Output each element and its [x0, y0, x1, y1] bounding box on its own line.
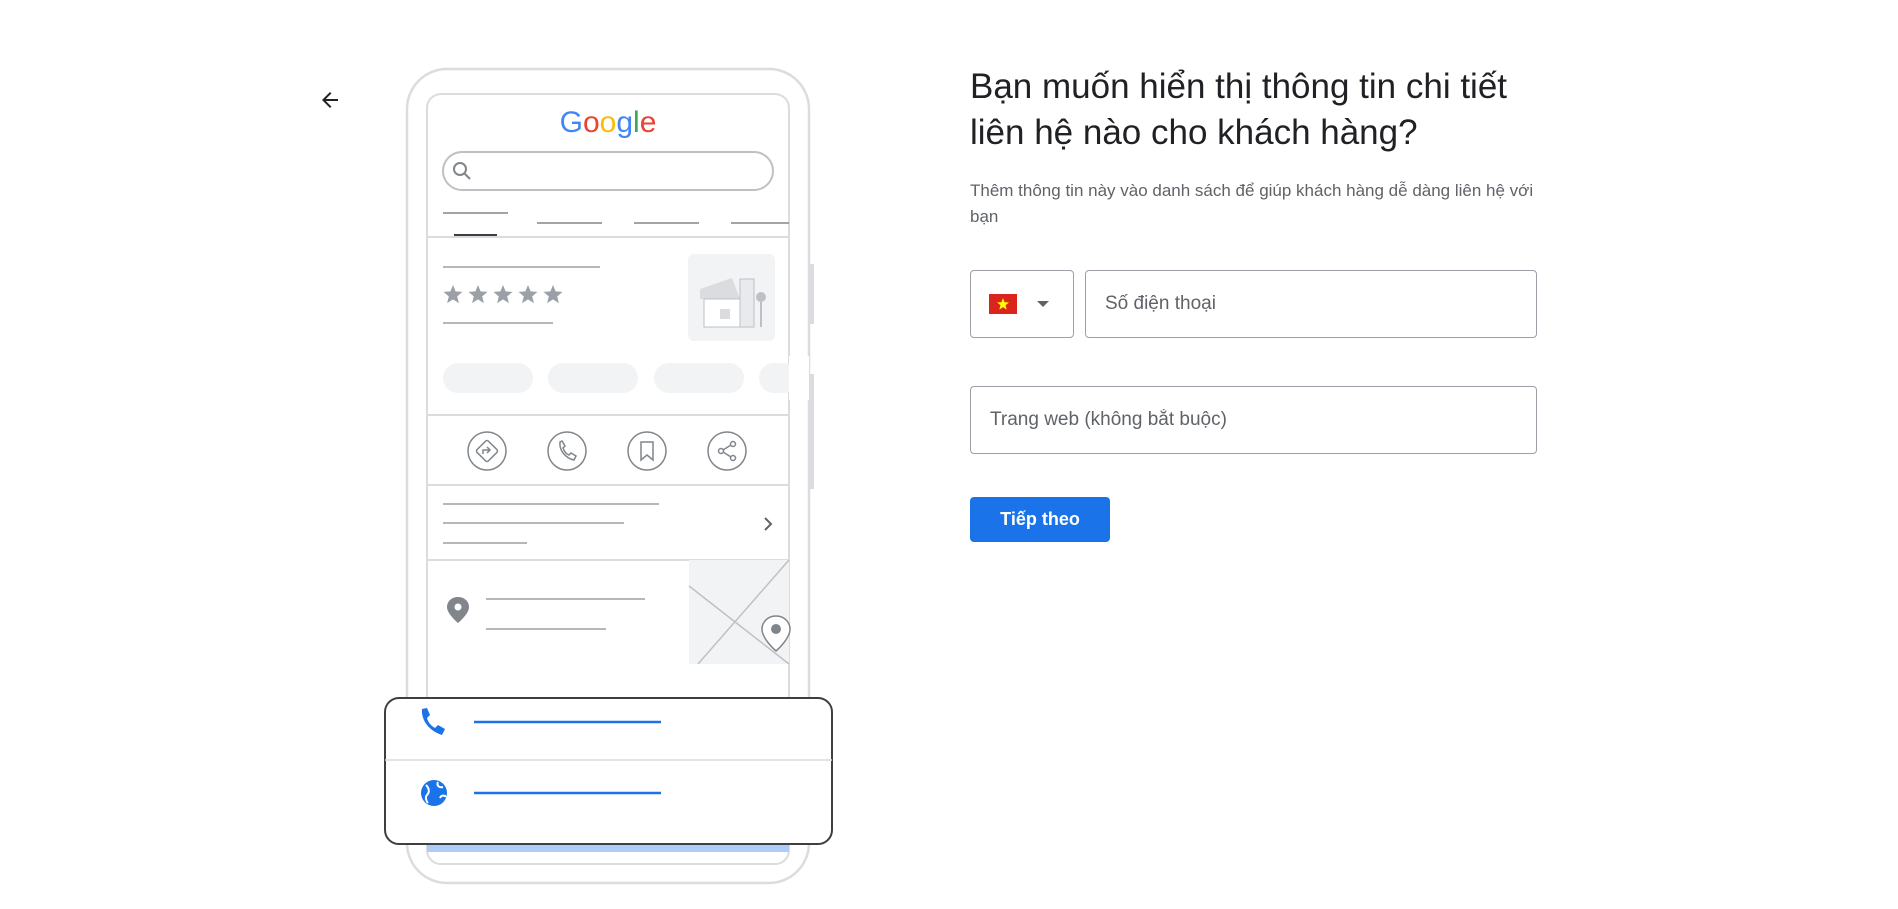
page-title: Bạn muốn hiển thị thông tin chi tiết liê… [970, 67, 1508, 152]
chevron-down-icon [1037, 301, 1049, 307]
arrow-left-icon [322, 92, 338, 108]
page-subtitle: Thêm thông tin này vào danh sách để giúp… [970, 181, 1534, 226]
website-input[interactable] [970, 386, 1537, 454]
next-button[interactable]: Tiếp theo [970, 497, 1110, 542]
vietnam-flag-icon [989, 294, 1017, 314]
business-profile-illustration: Google [384, 67, 833, 885]
globe-icon [421, 780, 447, 806]
phone-number-input[interactable] [1085, 270, 1537, 338]
map-thumbnail [688, 559, 791, 665]
search-bar [442, 151, 774, 191]
google-logo: Google [560, 106, 657, 139]
country-code-select[interactable] [970, 270, 1074, 338]
back-button[interactable] [308, 78, 352, 122]
storefront-thumbnail [688, 254, 775, 341]
contact-card [384, 697, 833, 845]
